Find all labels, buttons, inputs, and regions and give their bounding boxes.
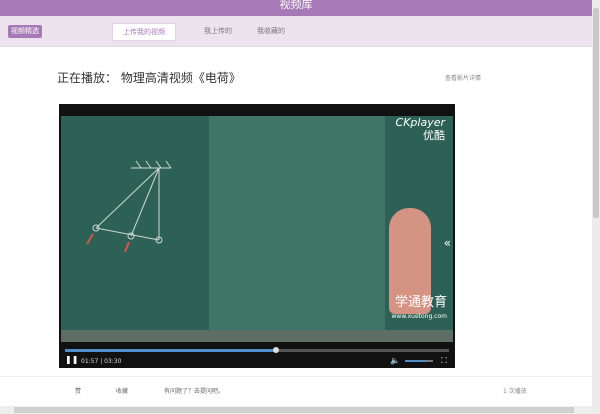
- watermark-url: www.xuetong.com: [391, 313, 447, 320]
- page-title: 视频库: [279, 0, 313, 11]
- favorite-button[interactable]: 收藏: [116, 386, 128, 395]
- header-bar: 视频库: [0, 0, 592, 16]
- video-frame[interactable]: CKplayer 优酷 学通教育 www.xuetong.com «: [61, 116, 453, 342]
- view-details-link[interactable]: 查看影片详情: [445, 73, 481, 82]
- tab-my-favorites[interactable]: 我收藏的: [257, 26, 285, 36]
- sub-navigation: 视频精选 上传我的视频 我上传的 我收藏的: [0, 16, 592, 47]
- progress-knob[interactable]: [273, 347, 280, 353]
- play-count: 1 次播放: [503, 388, 527, 395]
- time-display: 01:57 | 03:30: [81, 358, 122, 365]
- volume-fill: [405, 360, 426, 362]
- player-logo: CKplayer 优酷: [396, 116, 445, 142]
- scrollbar-thumb[interactable]: [593, 8, 599, 218]
- player-brand-sub: 优酷: [423, 129, 445, 142]
- horizontal-scrollbar-thumb[interactable]: [14, 407, 574, 413]
- like-button[interactable]: 赞: [75, 386, 81, 395]
- player-brand: CKplayer: [395, 116, 445, 129]
- tab-my-uploads[interactable]: 我上传的: [204, 26, 232, 36]
- fullscreen-icon[interactable]: ⛶: [441, 356, 447, 366]
- horizontal-scrollbar[interactable]: [0, 406, 592, 414]
- watermark-text: 学通教育: [394, 295, 447, 310]
- progress-bar[interactable]: [65, 347, 449, 353]
- video-actions: 赞 收藏 有问题了？去提问吧。 1 次播放: [0, 376, 592, 403]
- chevron-left-icon[interactable]: «: [444, 236, 451, 250]
- pause-icon[interactable]: ❚❚: [65, 355, 78, 364]
- video-watermark: 学通教育 www.xuetong.com: [392, 296, 447, 324]
- page: 视频库 视频精选 上传我的视频 我上传的 我收藏的 正在播放： 物理高清视频《电…: [0, 0, 592, 414]
- progress-fill: [65, 349, 277, 352]
- volume-icon[interactable]: 🔈: [390, 356, 400, 365]
- section-badge[interactable]: 视频精选: [8, 25, 42, 38]
- video-player[interactable]: CKplayer 优酷 学通教育 www.xuetong.com « ❚❚ 01…: [59, 104, 455, 368]
- now-playing-title: 正在播放： 物理高清视频《电荷》: [57, 71, 241, 85]
- volume-slider[interactable]: [405, 360, 433, 362]
- chalk-ledge: [61, 330, 453, 342]
- blackboard-panel: [209, 116, 385, 330]
- ask-question-link[interactable]: 有问题了？去提问吧。: [164, 386, 224, 395]
- vertical-scrollbar[interactable]: [592, 0, 600, 414]
- tab-upload-my-video[interactable]: 上传我的视频: [112, 23, 176, 41]
- chalk-diagram: [86, 160, 172, 253]
- player-controls: ❚❚ 01:57 | 03:30 🔈 ⛶: [59, 354, 455, 368]
